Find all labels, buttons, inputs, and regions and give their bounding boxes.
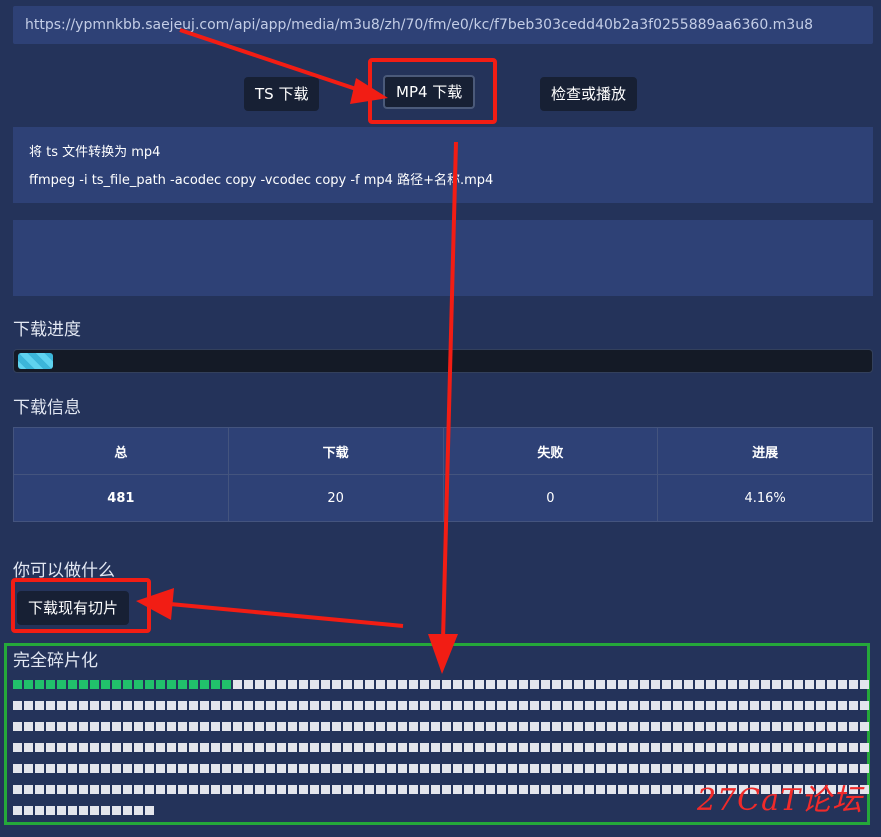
- arrow-mp4-to-fragments: [441, 141, 458, 641]
- arrow-to-download-existing-head: [136, 588, 174, 620]
- arrow-mp4-to-fragments-head: [428, 634, 458, 674]
- arrow-url-to-mp4-head: [350, 78, 388, 104]
- arrow-to-download-existing: [169, 602, 404, 628]
- annotation-arrows: [136, 28, 458, 674]
- arrow-url-to-mp4: [179, 28, 366, 94]
